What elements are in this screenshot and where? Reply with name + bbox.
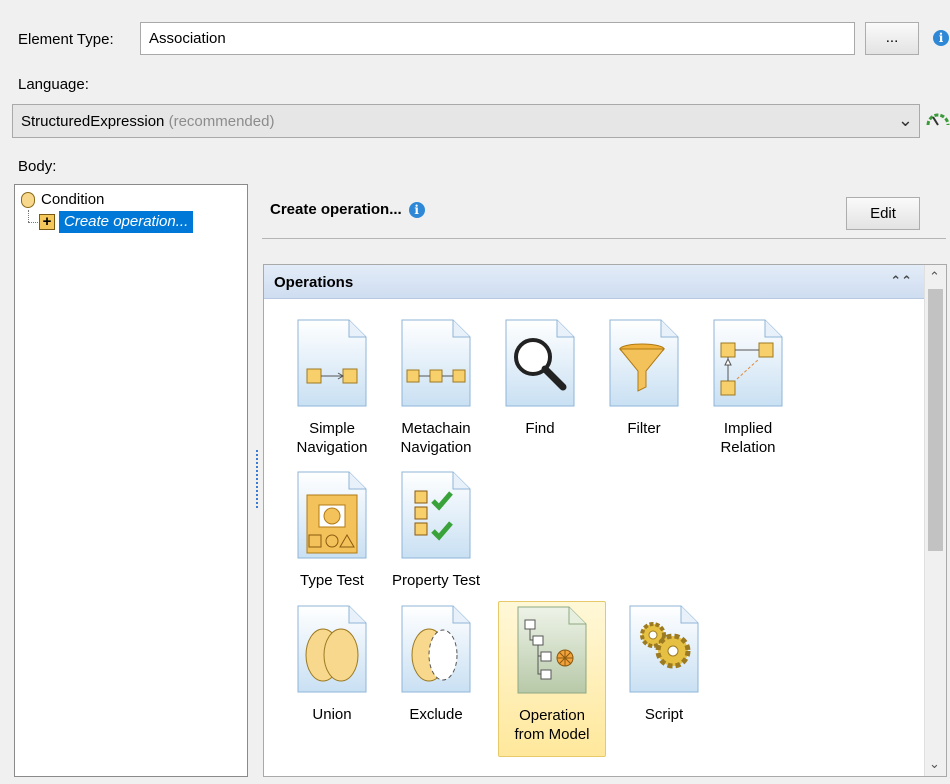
operation-label-line1: Simple (309, 420, 355, 437)
tree-connector (28, 210, 29, 222)
filter-icon (609, 319, 679, 407)
operation-label-line1: Union (312, 706, 352, 723)
tree-node-condition[interactable]: Condition (21, 191, 104, 208)
tree-connector-h (28, 222, 38, 223)
operation-from-model-icon (517, 606, 587, 694)
operation-title-text: Create operation... (270, 201, 402, 218)
performance-gauge-icon (926, 113, 950, 126)
header-divider (262, 238, 946, 239)
operation-title: Create operation... i (270, 201, 425, 218)
find-icon (505, 319, 575, 407)
union-icon (297, 605, 367, 693)
operations-panel: Operations ⌃⌃ ⌃ ⌄ Simple Navigation Meta… (263, 264, 947, 777)
property-test-icon (401, 471, 471, 559)
operation-implied-relation[interactable]: Implied Relation (700, 319, 796, 457)
language-select[interactable]: StructuredExpression (recommended) ⌄ (12, 104, 920, 138)
tree-node-create-operation[interactable]: Create operation... (59, 211, 194, 233)
operation-label-line1: Script (644, 706, 684, 723)
tree-node-condition-label: Condition (41, 191, 105, 208)
operation-type-test[interactable]: Type Test (284, 471, 380, 590)
operation-union[interactable]: Union (284, 605, 380, 724)
panel-splitter[interactable] (256, 450, 260, 508)
operation-label-line1: Type Test (300, 572, 364, 589)
body-tree[interactable]: Condition + Create operation... (14, 184, 248, 777)
operation-property-test[interactable]: Property Test (388, 471, 484, 590)
operation-from-model[interactable]: Operation from Model (498, 601, 606, 757)
metachain-navigation-icon (401, 319, 471, 407)
operation-label-line2: Navigation (296, 439, 368, 456)
simple-navigation-icon (297, 319, 367, 407)
collapse-icon[interactable]: ⌃⌃ (890, 273, 912, 289)
scroll-thumb[interactable] (928, 289, 943, 551)
chevron-down-icon[interactable]: ⌄ (898, 110, 913, 131)
operations-title: Operations (274, 274, 354, 291)
operation-metachain-navigation[interactable]: Metachain Navigation (388, 319, 484, 457)
operation-label-line2: from Model (514, 726, 590, 743)
operations-header[interactable]: Operations ⌃⌃ (264, 265, 924, 299)
vertical-scrollbar[interactable]: ⌃ ⌄ (924, 265, 946, 776)
operation-label-line1: Filter (627, 420, 661, 437)
language-selected-value: StructuredExpression (21, 113, 165, 130)
operation-exclude[interactable]: Exclude (388, 605, 484, 724)
operation-label-line1: Find (525, 420, 555, 437)
script-icon (629, 605, 699, 693)
scroll-down-icon[interactable]: ⌄ (929, 756, 940, 772)
edit-button[interactable]: Edit (846, 197, 920, 230)
language-recommended-note: (recommended) (168, 113, 275, 130)
language-label: Language: (18, 76, 89, 93)
add-operation-icon[interactable]: + (39, 214, 55, 230)
operation-find[interactable]: Find (492, 319, 588, 438)
operation-label-line1: Metachain (401, 420, 471, 437)
operation-label-line1: Exclude (409, 706, 463, 723)
condition-icon (21, 191, 35, 208)
operation-info-icon[interactable]: i (408, 201, 425, 218)
type-test-icon (297, 471, 367, 559)
operation-label-line1: Operation (519, 707, 585, 724)
implied-relation-icon (713, 319, 783, 407)
element-type-field[interactable]: Association (140, 22, 855, 55)
operation-filter[interactable]: Filter (596, 319, 692, 438)
browse-element-type-button[interactable]: ... (865, 22, 919, 55)
operation-label-line1: Implied (723, 420, 773, 437)
operation-simple-navigation[interactable]: Simple Navigation (284, 319, 380, 457)
operation-label-line2: Relation (720, 439, 776, 456)
operation-label-line1: Property Test (391, 572, 481, 589)
operation-script[interactable]: Script (616, 605, 712, 724)
scroll-up-icon[interactable]: ⌃ (929, 269, 940, 285)
body-label: Body: (18, 158, 57, 175)
operation-label-line2: Navigation (400, 439, 472, 456)
exclude-icon (401, 605, 471, 693)
element-type-info-icon[interactable]: i (933, 30, 949, 46)
element-type-label: Element Type: (18, 31, 114, 48)
